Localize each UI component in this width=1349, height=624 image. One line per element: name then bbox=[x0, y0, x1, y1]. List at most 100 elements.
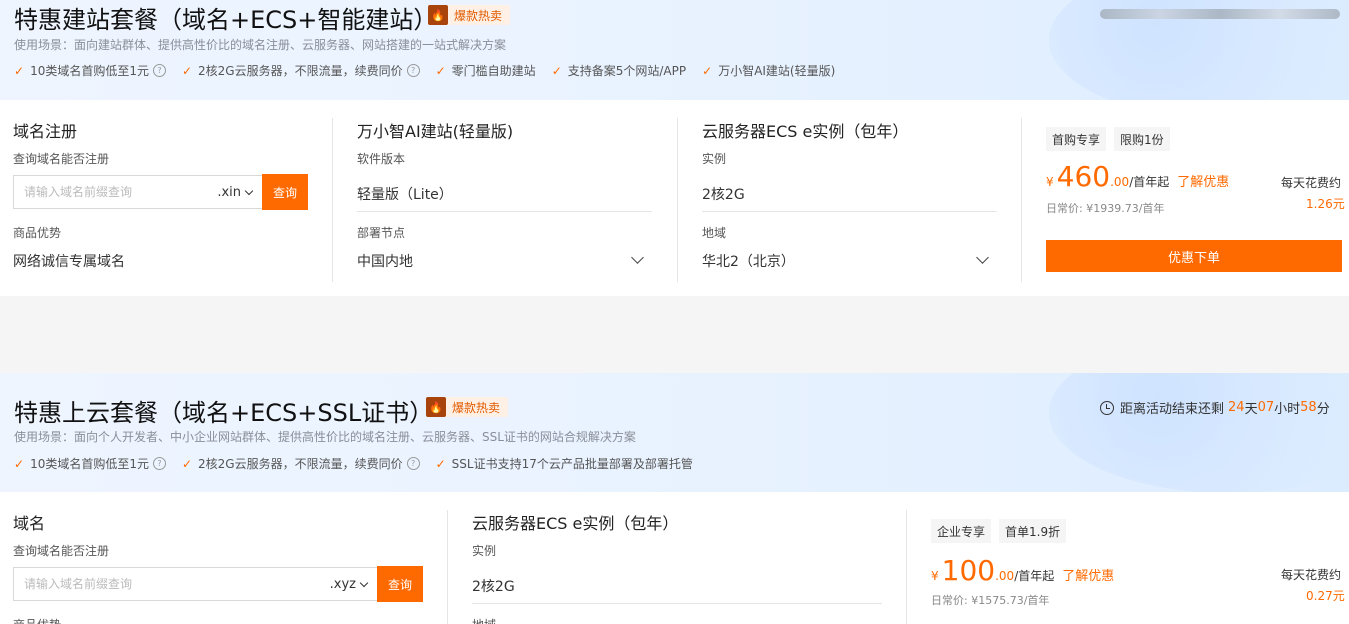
daily-cost-value: 1.26元 bbox=[1306, 197, 1345, 211]
package2-panel: 域名 查询域名能否注册 .xyz 查询 商品优势 云服务器ECS e实例（包年）… bbox=[0, 492, 1349, 624]
package1-scene: 使用场景：面向建站群体、提供高性价比的域名注册、云服务器、网站搭建的一站式解决方… bbox=[14, 38, 507, 52]
countdown-days: 24 bbox=[1228, 400, 1245, 415]
divider bbox=[677, 118, 678, 282]
node-select[interactable]: 中国内地 bbox=[357, 251, 413, 271]
discount-link[interactable]: 了解优惠 bbox=[1062, 565, 1114, 584]
feature-item: ✓ SSL证书支持17个云产品批量部署及部署托管 bbox=[435, 456, 693, 472]
check-icon: ✓ bbox=[181, 456, 193, 471]
price-currency: ¥ bbox=[1046, 175, 1054, 189]
check-icon: ✓ bbox=[435, 63, 446, 78]
check-icon: ✓ bbox=[551, 63, 562, 78]
check-icon: ✓ bbox=[181, 63, 193, 78]
package1-panel: 域名注册 查询域名能否注册 .xin 查询 商品优势 网络诚信专属域名 万小智A… bbox=[0, 100, 1349, 296]
domain-search-label: 查询域名能否注册 bbox=[13, 544, 110, 558]
hot-badge-label: 爆款热卖 bbox=[454, 8, 503, 23]
countdown-hours: 07 bbox=[1257, 400, 1275, 415]
original-price: 日常价: ¥1939.73/首年 bbox=[1046, 202, 1165, 215]
domain-search-label: 查询域名能否注册 bbox=[13, 152, 110, 166]
feature-item: ✓ 万小智AI建站(轻量版) bbox=[702, 63, 836, 79]
version-label: 软件版本 bbox=[357, 152, 406, 166]
node-label: 部署节点 bbox=[357, 226, 406, 240]
region-select[interactable]: 华北2（北京） bbox=[702, 251, 795, 271]
package1-header: 特惠建站套餐（域名+ECS+智能建站） 🔥 爆款热卖 使用场景：面向建站群体、提… bbox=[0, 0, 1349, 100]
check-icon: ✓ bbox=[435, 456, 446, 471]
domain-suffix-select[interactable]: .xin bbox=[217, 176, 262, 208]
feature-item: ✓ 2核2G云服务器，不限流量，续费同价? bbox=[182, 455, 420, 472]
daily-cost-value: 0.27元 bbox=[1306, 589, 1345, 603]
divider bbox=[906, 510, 907, 624]
divider bbox=[332, 118, 333, 282]
divider bbox=[357, 211, 652, 212]
divider bbox=[1021, 118, 1022, 282]
price-integer: 100 bbox=[941, 554, 996, 587]
feature-item: ✓ 零门槛自助建站 bbox=[435, 63, 536, 79]
question-icon[interactable]: ? bbox=[406, 64, 420, 77]
daily-cost-label: 每天花费约 bbox=[1281, 176, 1342, 190]
chevron-down-icon bbox=[244, 186, 254, 195]
ai-site-heading: 万小智AI建站(轻量版) bbox=[357, 122, 514, 141]
feature-item: ✓ 支持备案5个网站/APP bbox=[551, 63, 687, 79]
fire-icon: 🔥 bbox=[428, 5, 448, 25]
price-decimal: .00 bbox=[995, 569, 1015, 583]
region-label: 地域 bbox=[472, 616, 496, 624]
domain-search-button[interactable]: 查询 bbox=[377, 566, 423, 602]
hot-badge: 🔥 爆款热卖 bbox=[426, 397, 509, 417]
question-icon[interactable]: ? bbox=[406, 457, 420, 470]
countdown-timer: 距离活动结束还剩 24 天 07 小时 58 分 bbox=[1100, 398, 1330, 417]
package1-title: 特惠建站套餐（域名+ECS+智能建站） bbox=[14, 6, 438, 34]
price-display: ¥ 100 .00 /首年起 了解优惠 bbox=[931, 554, 1114, 587]
feature-item: ✓ 2核2G云服务器，不限流量，续费同价? bbox=[182, 62, 420, 79]
hot-badge: 🔥 爆款热卖 bbox=[428, 5, 511, 25]
original-price: 日常价: ¥1575.73/首年 bbox=[931, 594, 1050, 607]
domain-search-box: .xyz bbox=[13, 567, 378, 601]
version-value: 轻量版（Lite） bbox=[357, 187, 453, 203]
divider bbox=[702, 211, 997, 212]
chevron-down-icon[interactable] bbox=[976, 251, 989, 264]
advantage-label: 商品优势 bbox=[13, 226, 62, 240]
chevron-down-icon[interactable] bbox=[631, 251, 644, 264]
clock-icon bbox=[1100, 400, 1114, 415]
price-unit: /首年起 bbox=[1014, 569, 1055, 583]
domain-search-input[interactable] bbox=[14, 568, 330, 600]
fire-icon: 🔥 bbox=[426, 397, 446, 417]
ecs-heading: 云服务器ECS e实例（包年） bbox=[702, 122, 909, 141]
package2-header: 特惠上云套餐（域名+ECS+SSL证书） 🔥 爆款热卖 距离活动结束还剩 24 天… bbox=[0, 373, 1349, 492]
instance-value: 2核2G bbox=[472, 579, 515, 595]
question-icon[interactable]: ? bbox=[152, 457, 166, 470]
domain-suffix-select[interactable]: .xyz bbox=[330, 568, 377, 600]
hot-badge-label: 爆款热卖 bbox=[452, 400, 501, 415]
check-icon: ✓ bbox=[14, 456, 25, 471]
discount-tag: 首单1.9折 bbox=[999, 519, 1067, 543]
discount-link[interactable]: 了解优惠 bbox=[1177, 171, 1229, 190]
chevron-down-icon bbox=[359, 578, 369, 587]
feature-item: ✓ 10类域名首购低至1元? bbox=[14, 62, 166, 79]
package2-title: 特惠上云套餐（域名+ECS+SSL证书） bbox=[14, 399, 434, 427]
price-display: ¥ 460 .00 /首年起 了解优惠 bbox=[1046, 160, 1229, 193]
feature-item: ✓ 10类域名首购低至1元? bbox=[14, 455, 166, 472]
promo-tag: 企业专享 bbox=[931, 519, 992, 543]
instance-value: 2核2G bbox=[702, 187, 745, 203]
domain-search-input[interactable] bbox=[14, 176, 218, 208]
question-icon[interactable]: ? bbox=[152, 64, 166, 77]
divider bbox=[472, 603, 882, 604]
price-currency: ¥ bbox=[931, 569, 939, 583]
region-label: 地域 bbox=[702, 226, 727, 240]
advantage-value: 网络诚信专属域名 bbox=[13, 254, 125, 270]
ecs-heading: 云服务器ECS e实例（包年） bbox=[472, 514, 679, 533]
package1-features: ✓ 10类域名首购低至1元? ✓ 2核2G云服务器，不限流量，续费同价? ✓ 零门槛自… bbox=[14, 62, 851, 79]
limit-tag: 限购1份 bbox=[1114, 127, 1170, 151]
promo-tag: 首购专享 bbox=[1046, 127, 1107, 151]
header-decoration bbox=[1049, 373, 1349, 492]
advantage-label: 商品优势 bbox=[13, 616, 61, 624]
instance-label: 实例 bbox=[702, 152, 727, 166]
price-decimal: .00 bbox=[1110, 175, 1130, 189]
divider bbox=[447, 510, 448, 624]
blurred-countdown bbox=[1100, 9, 1340, 19]
check-icon: ✓ bbox=[14, 63, 25, 78]
domain-search-button[interactable]: 查询 bbox=[262, 174, 308, 210]
instance-label: 实例 bbox=[472, 544, 497, 558]
package2-scene: 使用场景：面向个人开发者、中小企业网站群体、提供高性价比的域名注册、云服务器、S… bbox=[14, 430, 636, 444]
price-unit: /首年起 bbox=[1129, 175, 1170, 189]
order-button[interactable]: 优惠下单 bbox=[1046, 240, 1342, 272]
price-integer: 460 bbox=[1056, 160, 1111, 193]
